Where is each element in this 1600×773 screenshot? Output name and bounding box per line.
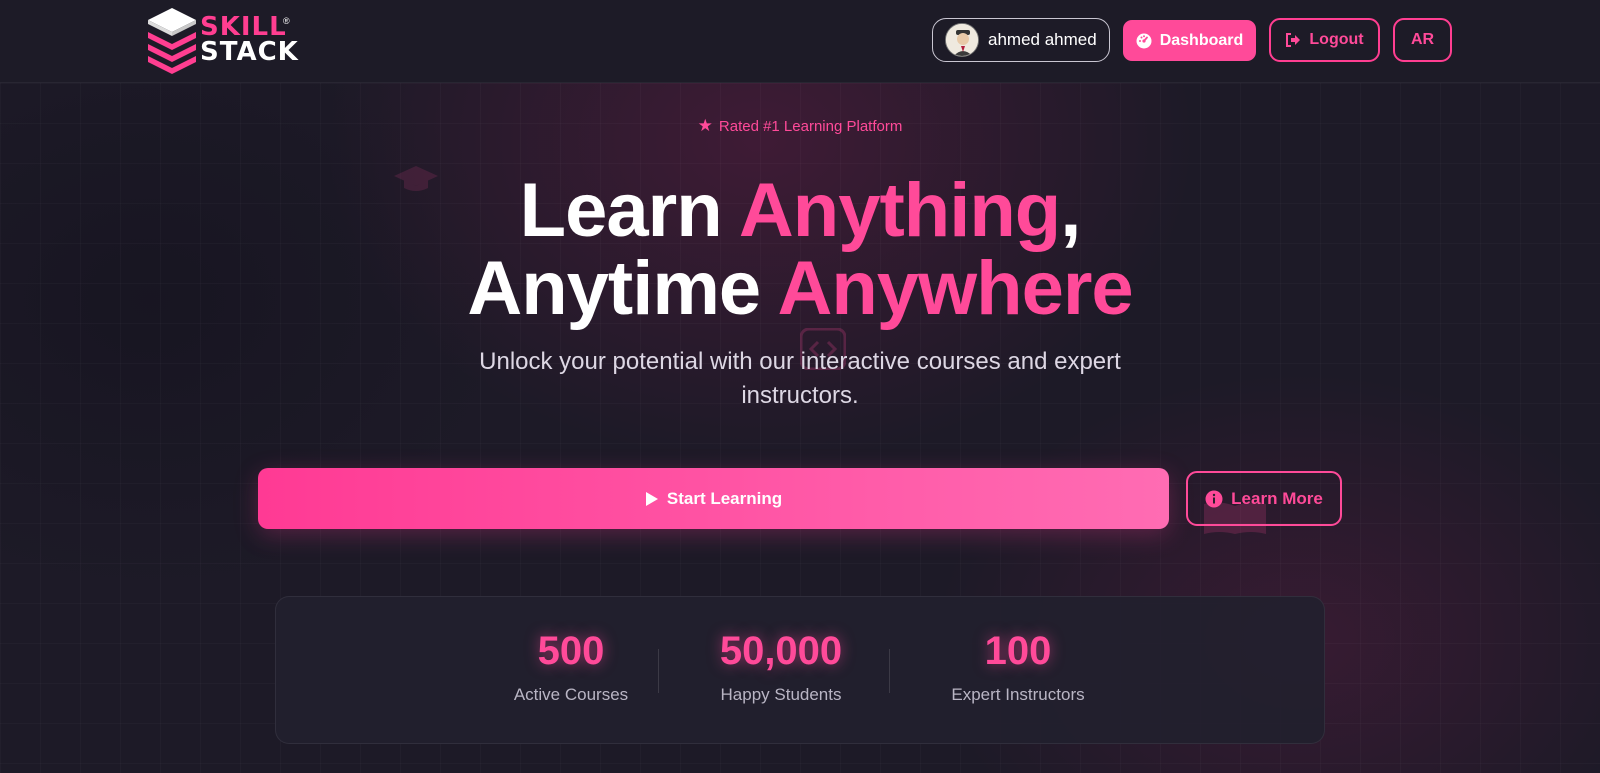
user-profile-chip[interactable]: ahmed ahmed xyxy=(932,18,1110,62)
title-anytime: Anytime xyxy=(467,246,778,331)
hero-subtitle: Unlock your potential with our interacti… xyxy=(479,348,1121,409)
start-learning-label: Start Learning xyxy=(666,488,783,508)
stats-panel: 500 Active Courses 50,000 Happy Students… xyxy=(275,596,1325,744)
logout-button[interactable]: Logout xyxy=(1269,18,1380,62)
title-anywhere: Anywhere xyxy=(777,246,1133,331)
user-name: ahmed ahmed xyxy=(988,30,1097,49)
stat-divider xyxy=(658,649,659,693)
stat-value: 50,000 xyxy=(719,629,843,673)
star-icon: ★ xyxy=(697,116,713,135)
stat-value: 500 xyxy=(537,629,605,673)
avatar-icon xyxy=(946,24,978,56)
title-learn: Learn xyxy=(519,168,739,253)
language-toggle-button[interactable]: AR xyxy=(1393,18,1452,62)
stat-label: Expert Instructors xyxy=(951,685,1085,704)
logout-label: Logout xyxy=(1309,31,1364,48)
registered-mark: ® xyxy=(283,16,290,26)
stat-expert-instructors: 100 Expert Instructors xyxy=(928,629,1108,705)
stat-divider xyxy=(889,649,890,693)
title-comma: , xyxy=(1060,168,1081,253)
gauge-icon xyxy=(1136,33,1152,48)
stack-logo-icon xyxy=(148,8,196,74)
start-learning-button[interactable]: Start Learning xyxy=(258,468,1169,529)
rating-badge-text: Rated #1 Learning Platform xyxy=(718,118,903,135)
dashboard-button[interactable]: Dashboard xyxy=(1123,20,1256,61)
stat-label: Active Courses xyxy=(513,685,629,704)
logo-word-stack: STACK xyxy=(200,37,299,67)
logout-icon xyxy=(1286,33,1301,47)
title-anything: Anything xyxy=(738,168,1061,253)
info-icon xyxy=(1205,490,1223,507)
hero-title: Learn Anything, Anytime Anywhere xyxy=(0,172,1600,328)
learn-more-label: Learn More xyxy=(1231,488,1323,508)
skillstack-logo[interactable]: SKILL STACK ® xyxy=(146,6,299,76)
top-navbar: SKILL STACK ® ahmed ahmed Dashboard Logo… xyxy=(0,0,1600,83)
stat-happy-students: 50,000 Happy Students xyxy=(696,629,866,705)
user-avatar xyxy=(945,23,979,57)
rating-badge: ★ Rated #1 Learning Platform xyxy=(0,116,1600,136)
play-icon xyxy=(645,491,658,506)
stat-value: 100 xyxy=(984,629,1052,673)
stat-label: Happy Students xyxy=(720,685,842,704)
stat-active-courses: 500 Active Courses xyxy=(506,629,636,705)
learn-more-button[interactable]: Learn More xyxy=(1186,471,1342,526)
language-label: AR xyxy=(1410,31,1435,48)
dashboard-label: Dashboard xyxy=(1159,31,1244,49)
